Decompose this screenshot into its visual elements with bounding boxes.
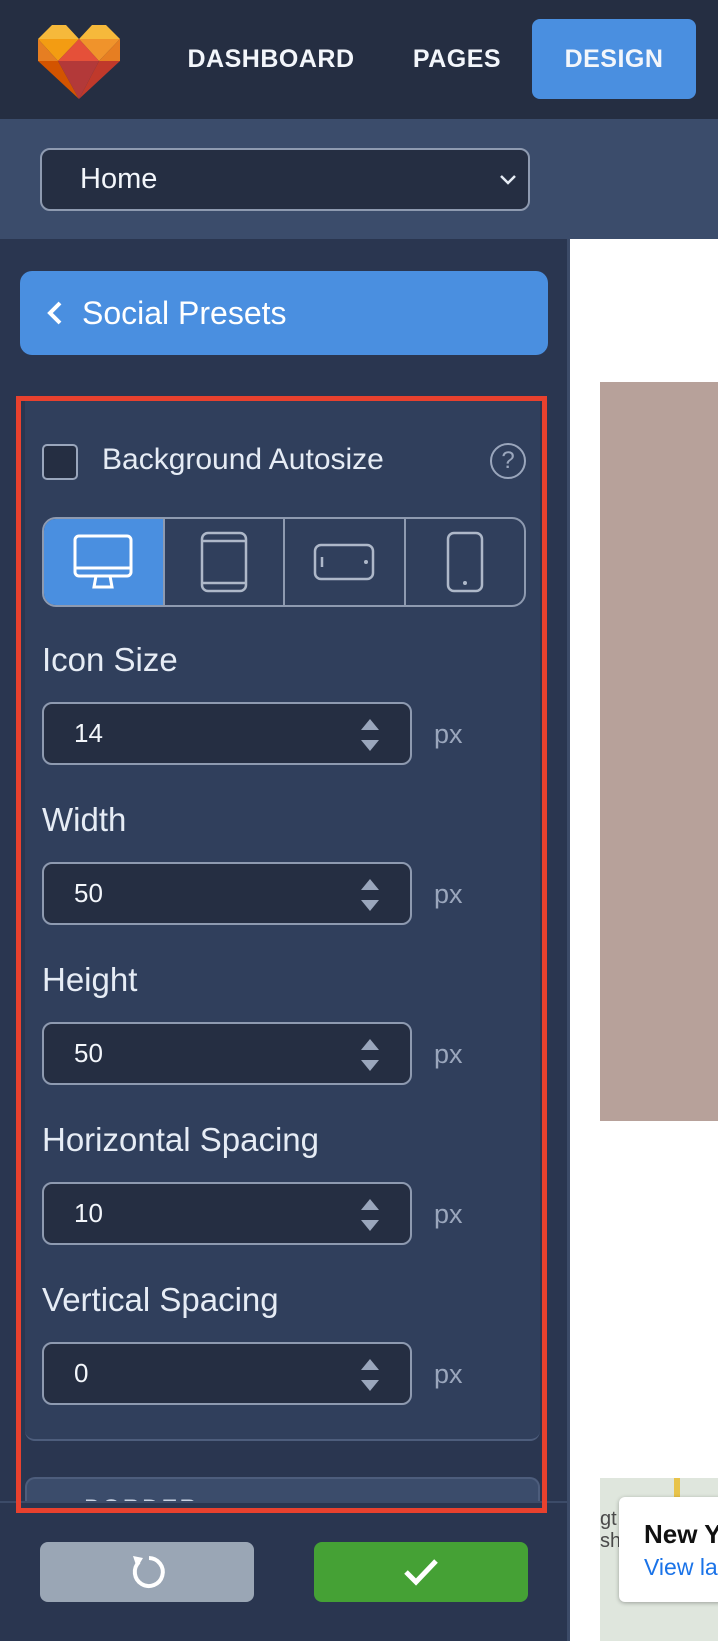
width-unit: px — [434, 879, 463, 909]
horizontal-spacing-label: Horizontal Spacing — [42, 1121, 319, 1158]
vertical-spacing-unit: px — [434, 1359, 463, 1389]
icon-size-value: 14 — [74, 718, 103, 748]
background-autosize-label: Background Autosize — [102, 443, 384, 476]
social-settings-panel: Background Autosize ? Icon Size 14 px Wi… — [25, 401, 540, 1441]
logo-icon[interactable] — [38, 25, 120, 99]
chevron-down-icon — [500, 175, 516, 185]
spinner-icon[interactable] — [360, 1197, 380, 1233]
device-tablet-portrait[interactable] — [165, 519, 285, 605]
map-card-link[interactable]: View la — [644, 1554, 718, 1581]
help-icon[interactable]: ? — [490, 443, 526, 479]
checkmark-icon — [404, 1559, 438, 1586]
page-selector-bar: Home — [0, 119, 718, 239]
device-tablet-landscape[interactable] — [285, 519, 406, 605]
nav-pages[interactable]: PAGES — [400, 19, 514, 99]
save-button[interactable] — [314, 1542, 528, 1602]
icon-size-label: Icon Size — [42, 641, 178, 678]
height-value: 50 — [74, 1038, 103, 1068]
height-label: Height — [42, 961, 138, 998]
icon-size-unit: px — [434, 719, 463, 749]
icon-size-input[interactable]: 14 — [42, 702, 412, 765]
map-card-title: New Y — [644, 1519, 718, 1549]
vertical-spacing-label: Vertical Spacing — [42, 1281, 279, 1318]
horizontal-spacing-value: 10 — [74, 1198, 103, 1228]
back-button-label: Social Presets — [82, 294, 287, 331]
reset-icon — [132, 1556, 165, 1588]
mobile-icon — [446, 531, 483, 593]
top-navigation: DASHBOARD PAGES DESIGN — [0, 0, 718, 119]
spinner-icon[interactable] — [360, 877, 380, 913]
height-unit: px — [434, 1039, 463, 1069]
chevron-left-icon — [47, 301, 62, 325]
width-label: Width — [42, 801, 127, 838]
device-mobile[interactable] — [406, 519, 525, 605]
page-select-value: Home — [80, 163, 158, 195]
back-button[interactable]: Social Presets — [20, 271, 548, 355]
horizontal-spacing-input[interactable]: 10 — [42, 1182, 412, 1245]
vertical-spacing-value: 0 — [74, 1358, 89, 1388]
reset-button[interactable] — [40, 1542, 254, 1602]
device-selector — [42, 517, 526, 607]
action-bar — [0, 1501, 567, 1641]
vertical-spacing-input[interactable]: 0 — [42, 1342, 412, 1405]
tablet-portrait-icon — [200, 531, 247, 593]
preview-image — [600, 382, 718, 1121]
spinner-icon[interactable] — [360, 1357, 380, 1393]
width-input[interactable]: 50 — [42, 862, 412, 925]
tablet-landscape-icon — [314, 543, 375, 581]
sidebar: Social Presets Background Autosize ? Ico… — [0, 239, 567, 1641]
background-autosize-checkbox[interactable] — [42, 444, 78, 480]
spinner-icon[interactable] — [360, 717, 380, 753]
map-info-card: New Y View la — [619, 1497, 718, 1602]
height-input[interactable]: 50 — [42, 1022, 412, 1085]
page-select[interactable]: Home — [40, 148, 530, 211]
desktop-icon — [73, 534, 133, 589]
horizontal-spacing-unit: px — [434, 1199, 463, 1229]
nav-dashboard[interactable]: DASHBOARD — [176, 19, 366, 99]
sidebar-divider — [567, 239, 570, 1641]
nav-design[interactable]: DESIGN — [532, 19, 696, 99]
spinner-icon[interactable] — [360, 1037, 380, 1073]
device-desktop[interactable] — [44, 519, 165, 605]
width-value: 50 — [74, 878, 103, 908]
